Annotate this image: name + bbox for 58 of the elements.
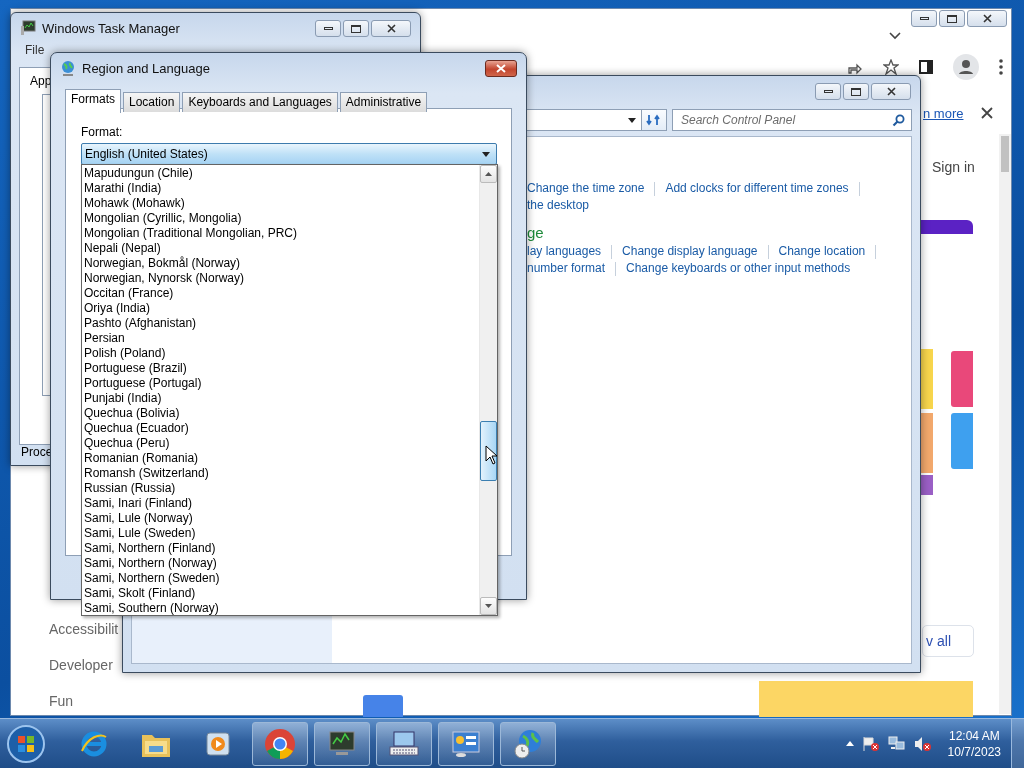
list-option[interactable]: Mongolian (Cyrillic, Mongolia) <box>82 211 479 226</box>
list-option[interactable]: Romansh (Switzerland) <box>82 466 479 481</box>
list-option[interactable]: Nepali (Nepal) <box>82 241 479 256</box>
task-link[interactable]: Change keyboards or other input methods <box>626 260 851 277</box>
list-option[interactable]: Portuguese (Brazil) <box>82 361 479 376</box>
list-option[interactable]: Mohawk (Mohawk) <box>82 196 479 211</box>
window-title: Windows Task Manager <box>42 20 180 36</box>
format-label: Format: <box>81 125 124 139</box>
list-option[interactable]: Mapudungun (Chile) <box>82 166 479 181</box>
sidebar-item[interactable]: Developer <box>49 657 119 673</box>
list-option[interactable]: Persian <box>82 331 479 346</box>
list-option[interactable]: Romanian (Romania) <box>82 451 479 466</box>
list-option[interactable]: Occitan (France) <box>82 286 479 301</box>
list-option[interactable]: Sami, Skolt (Finland) <box>82 586 479 601</box>
list-option[interactable]: Sami, Lule (Norway) <box>82 511 479 526</box>
clock[interactable]: 12:04 AM 10/7/2023 <box>947 727 1001 760</box>
list-option[interactable]: Sami, Northern (Finland) <box>82 541 479 556</box>
view-all-button[interactable]: v all <box>922 625 974 657</box>
tab[interactable]: Keyboards and Languages <box>182 92 338 112</box>
list-option[interactable]: Sami, Lule (Sweden) <box>82 526 479 541</box>
list-option[interactable]: Punjabi (India) <box>82 391 479 406</box>
clock-date: 10/7/2023 <box>947 743 1001 760</box>
learn-more-link[interactable]: n more <box>923 106 964 121</box>
list-option[interactable]: Quechua (Ecuador) <box>82 421 479 436</box>
task-link[interactable]: Change display language <box>622 243 758 260</box>
task-link[interactable]: Change location <box>778 243 866 260</box>
list-option[interactable]: Oriya (India) <box>82 301 479 316</box>
task-link[interactable]: Add clocks for different time zones <box>665 180 849 197</box>
tab[interactable]: Formats <box>65 89 121 113</box>
list-option[interactable]: Norwegian, Bokmål (Norway) <box>82 256 479 271</box>
section-heading[interactable]: ge <box>527 224 877 241</box>
list-option[interactable]: Marathi (India) <box>82 181 479 196</box>
tab[interactable]: Administrative <box>339 92 428 112</box>
clock-time: 12:04 AM <box>948 727 1000 744</box>
list-option[interactable]: Sami, Northern (Norway) <box>82 556 479 571</box>
task-link[interactable]: the desktop <box>527 197 590 214</box>
sidebar-item[interactable]: Fun <box>49 693 119 709</box>
list-option[interactable]: Mongolian (Traditional Mongolian, PRC) <box>82 226 479 241</box>
list-option[interactable]: Polish (Poland) <box>82 346 479 361</box>
window-title: Region and Language <box>82 60 210 76</box>
list-option[interactable]: Quechua (Peru) <box>82 436 479 451</box>
task-link[interactable]: Change the time zone <box>527 180 645 197</box>
task-link[interactable]: number format <box>527 260 606 277</box>
list-option[interactable]: Sami, Inari (Finland) <box>82 496 479 511</box>
task-link[interactable]: lay languages <box>527 243 602 260</box>
sidebar-item[interactable]: Accessibilit <box>49 621 119 637</box>
list-option[interactable]: Sami, Northern (Sweden) <box>82 571 479 586</box>
tab[interactable]: Location <box>123 92 181 112</box>
list-option[interactable]: Russian (Russia) <box>82 481 479 496</box>
search-field[interactable]: Search Control Panel <box>672 109 912 131</box>
list-option[interactable]: Norwegian, Nynorsk (Norway) <box>82 271 479 286</box>
list-option[interactable]: Portuguese (Portugal) <box>82 376 479 391</box>
list-option[interactable]: Pashto (Afghanistan) <box>82 316 479 331</box>
format-dropdown[interactable]: English (United States) <box>81 143 497 165</box>
list-option[interactable]: Quechua (Bolivia) <box>82 406 479 421</box>
list-option[interactable]: Sami, Southern (Norway) <box>82 601 479 616</box>
sign-in-button[interactable]: Sign in <box>932 159 975 175</box>
menu-item[interactable]: File <box>25 43 45 61</box>
